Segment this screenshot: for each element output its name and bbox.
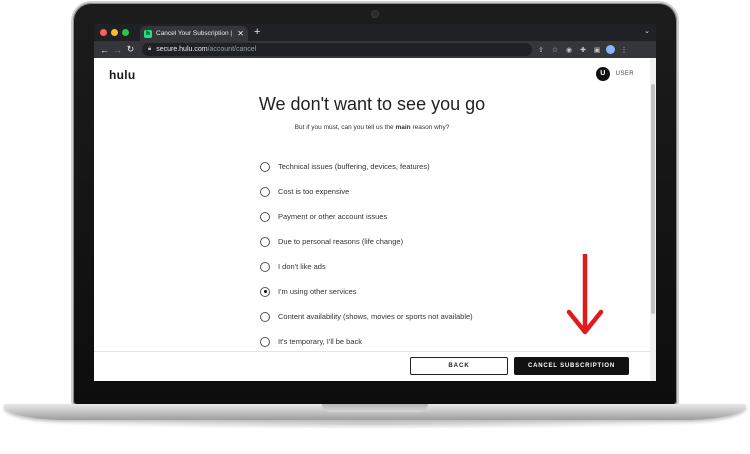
reason-label: I'm using other services (278, 287, 357, 296)
reason-option[interactable]: Payment or other account issues (260, 204, 473, 229)
address-bar[interactable]: 🔒︎ secure.hulu.com/account/cancel (142, 43, 532, 56)
user-label: USER (615, 71, 634, 77)
reason-label: Content availability (shows, movies or s… (278, 312, 473, 321)
reload-icon[interactable]: ↻ (124, 44, 137, 55)
profile-avatar-icon[interactable] (606, 45, 615, 54)
reason-label: Cost is too expensive (278, 187, 350, 196)
reason-option[interactable]: Due to personal reasons (life change) (260, 229, 473, 254)
back-arrow-icon[interactable]: ← (98, 45, 111, 55)
reason-label: Technical issues (buffering, devices, fe… (278, 162, 430, 171)
reason-label: It's temporary, I'll be back (278, 337, 363, 346)
hulu-logo[interactable]: hulu (109, 68, 136, 82)
minimize-window-button[interactable] (111, 29, 118, 36)
radio-button[interactable] (260, 311, 270, 322)
page-subtitle: But if you must, can you tell us the mai… (94, 124, 650, 131)
reason-label: I don't like ads (278, 262, 326, 271)
hulu-favicon-icon: h (144, 29, 152, 38)
reason-label: Payment or other account issues (278, 212, 388, 221)
radio-button[interactable] (260, 211, 270, 222)
new-tab-button[interactable]: + (254, 26, 260, 39)
reason-options: Technical issues (buffering, devices, fe… (260, 154, 473, 354)
scrollbar-thumb[interactable] (651, 84, 655, 314)
browser-tools: ⇪ ☆ ◉ ✚ ▣ ⋮ (534, 41, 631, 58)
reason-option[interactable]: I don't like ads (260, 254, 473, 279)
maximize-window-button[interactable] (122, 29, 129, 36)
user-menu[interactable]: U USER (595, 67, 634, 81)
radio-button[interactable] (260, 236, 270, 247)
reason-option[interactable]: Content availability (shows, movies or s… (260, 304, 473, 329)
radio-button[interactable] (260, 336, 270, 347)
share-icon[interactable]: ⇪ (534, 46, 548, 54)
reason-option[interactable]: Cost is too expensive (260, 179, 473, 204)
extension-icon[interactable]: ◉ (562, 46, 576, 54)
lock-icon: 🔒︎ (148, 46, 152, 52)
laptop-shadow (40, 419, 710, 429)
action-footer: BACK CANCEL SUBSCRIPTION (94, 351, 650, 381)
sidebar-icon[interactable]: ▣ (590, 46, 604, 54)
page-title: We don't want to see you go (258, 94, 486, 114)
reason-option[interactable]: Technical issues (buffering, devices, fe… (260, 154, 473, 179)
tab-title: Cancel Your Subscription | Hul (156, 30, 233, 37)
webcam-icon (372, 11, 378, 17)
scrollbar[interactable] (650, 58, 656, 381)
radio-button[interactable] (260, 161, 270, 172)
puzzle-icon[interactable]: ✚ (576, 46, 590, 54)
url-path: /account/cancel (207, 46, 257, 53)
subtitle-bold: main (395, 124, 411, 131)
url-text: secure.hulu.com/account/cancel (156, 46, 256, 53)
avatar: U (595, 67, 610, 81)
back-button[interactable]: BACK (410, 357, 508, 375)
reason-option[interactable]: I'm using other services (260, 279, 473, 304)
browser-tab-bar: h Cancel Your Subscription | Hul ✕ + ⌄ (94, 24, 656, 41)
subtitle-pre: But if you must, can you tell us the (294, 124, 396, 131)
bookmark-star-icon[interactable]: ☆ (548, 46, 562, 54)
red-down-arrow-icon (566, 254, 604, 335)
tab-close-icon[interactable]: ✕ (237, 29, 244, 38)
subtitle-post: reason why? (410, 124, 450, 131)
browser-tab[interactable]: h Cancel Your Subscription | Hul ✕ (140, 26, 248, 41)
reason-label: Due to personal reasons (life change) (278, 237, 404, 246)
cancel-subscription-button[interactable]: CANCEL SUBSCRIPTION (514, 357, 629, 375)
browser-toolbar: ← → ↻ 🔒︎ secure.hulu.com/account/cancel … (94, 41, 656, 58)
radio-button[interactable] (260, 261, 270, 272)
forward-arrow-icon[interactable]: → (111, 45, 124, 55)
tab-search-icon[interactable]: ⌄ (644, 27, 650, 35)
laptop-notch (322, 404, 428, 412)
url-host: secure.hulu.com (156, 46, 208, 53)
more-menu-icon[interactable]: ⋮ (617, 46, 631, 54)
close-window-button[interactable] (100, 29, 107, 36)
radio-button[interactable] (260, 186, 270, 197)
radio-button-selected[interactable] (260, 286, 270, 297)
